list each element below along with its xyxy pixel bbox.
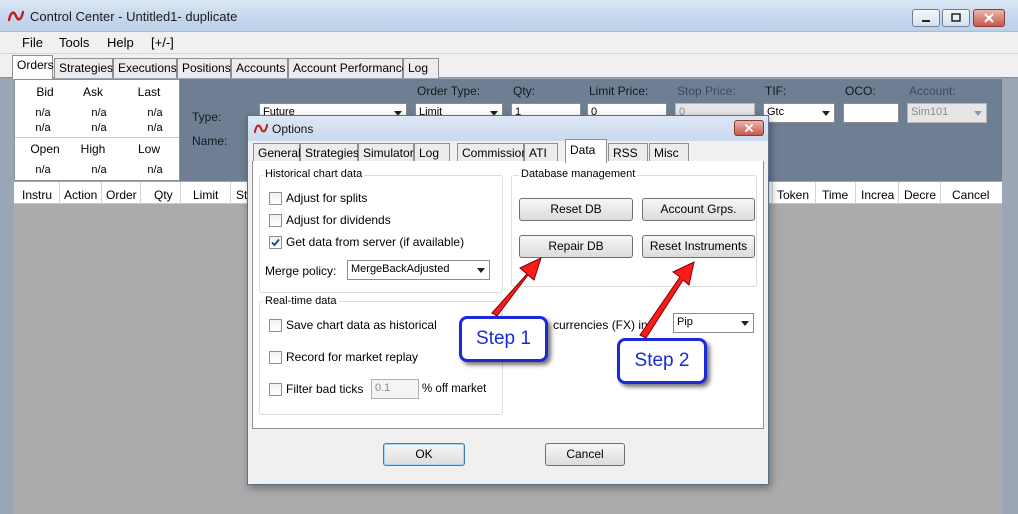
step1-callout: Step 1 (459, 316, 548, 362)
step2-callout: Step 2 (617, 338, 707, 384)
step1-arrow-icon (491, 257, 542, 317)
annotation-arrows (491, 257, 695, 339)
tab-data[interactable]: Data (565, 139, 607, 163)
tab-orders[interactable]: Orders (12, 55, 54, 79)
step2-arrow-icon (639, 261, 695, 339)
